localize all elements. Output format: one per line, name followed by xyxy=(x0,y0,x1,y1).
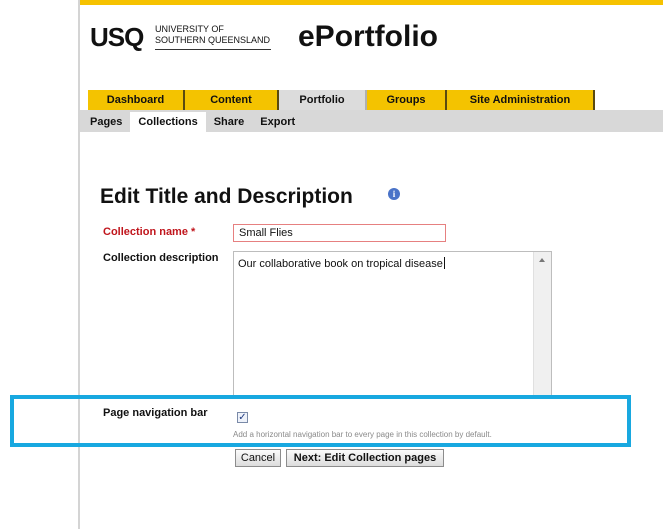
next-edit-collection-pages-button[interactable]: Next: Edit Collection pages xyxy=(286,449,444,467)
textarea-scrollbar[interactable] xyxy=(533,252,551,396)
university-name-line2: SOUTHERN QUEENSLAND xyxy=(155,35,271,45)
text-cursor xyxy=(443,257,445,269)
logo-underline xyxy=(155,49,271,50)
collection-description-textarea[interactable]: Our collaborative book on tropical disea… xyxy=(233,251,552,397)
top-accent-bar xyxy=(80,0,663,5)
main-nav-tabs: Dashboard Content Portfolio Groups Site … xyxy=(88,90,595,110)
tab-content[interactable]: Content xyxy=(185,90,279,110)
university-name: UNIVERSITY OF SOUTHERN QUEENSLAND xyxy=(155,24,270,46)
university-name-line1: UNIVERSITY OF xyxy=(155,24,224,34)
page-title: Edit Title and Description xyxy=(100,185,353,208)
tab-groups[interactable]: Groups xyxy=(367,90,447,110)
description-value: Our collaborative book on tropical disea… xyxy=(238,258,443,270)
highlight-box xyxy=(10,395,631,447)
tab-portfolio[interactable]: Portfolio xyxy=(279,90,367,110)
page-left-border xyxy=(78,0,80,529)
subtab-share[interactable]: Share xyxy=(206,112,253,132)
sub-nav-tabs: Pages Collections Share Export xyxy=(82,112,303,132)
info-icon[interactable]: i xyxy=(388,188,400,200)
description-text: Our collaborative book on tropical disea… xyxy=(238,257,445,270)
subtab-export[interactable]: Export xyxy=(252,112,303,132)
cancel-button[interactable]: Cancel xyxy=(235,449,281,467)
collection-name-input[interactable] xyxy=(233,224,446,242)
collection-name-label: Collection name * xyxy=(103,226,196,238)
app-title: ePortfolio xyxy=(298,20,438,53)
usq-logo: USQ xyxy=(90,22,144,52)
tab-dashboard[interactable]: Dashboard xyxy=(88,90,185,110)
subtab-collections[interactable]: Collections xyxy=(130,112,206,132)
subtab-pages[interactable]: Pages xyxy=(82,112,130,132)
scroll-up-arrow-icon[interactable] xyxy=(539,258,545,262)
collection-description-label: Collection description xyxy=(103,252,219,264)
tab-site-administration[interactable]: Site Administration xyxy=(447,90,595,110)
